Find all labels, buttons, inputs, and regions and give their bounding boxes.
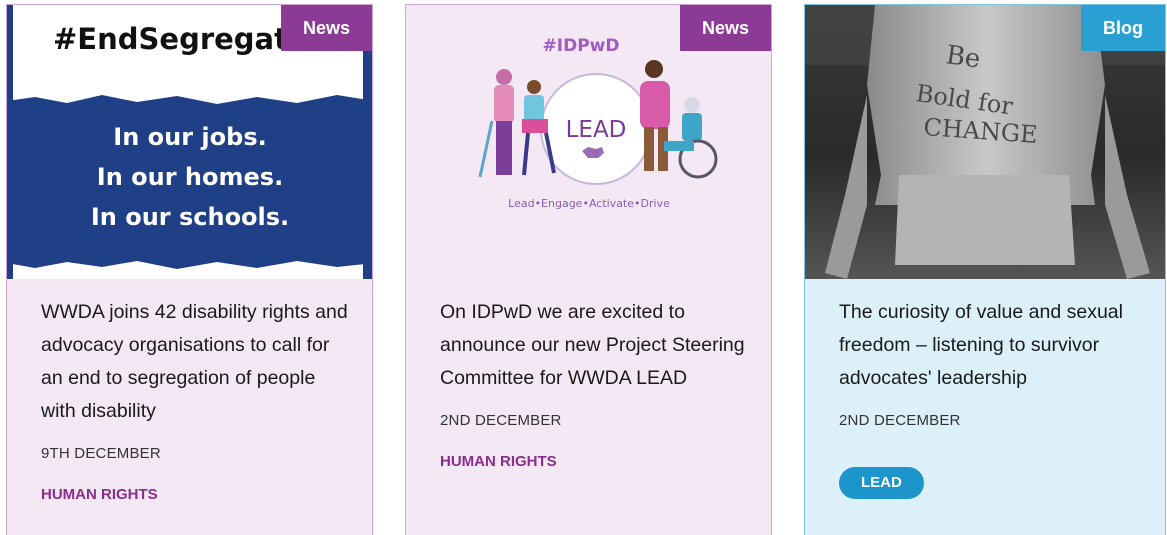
poster-hashtag: #EndSegregat	[53, 22, 288, 56]
card-date: 9TH DECEMBER	[41, 445, 161, 462]
blog-tag[interactable]: Blog	[1081, 5, 1165, 51]
category-pill-lead[interactable]: LEAD	[839, 467, 924, 499]
card-headline-link[interactable]: On IDPwD we are excited to announce our …	[440, 296, 751, 395]
shorts	[895, 175, 1075, 265]
card-headline-link[interactable]: The curiosity of value and sexual freedo…	[839, 296, 1145, 395]
lead-logo-text: LEAD	[566, 117, 627, 143]
news-tag[interactable]: News	[679, 5, 771, 51]
news-card-idpwd-lead[interactable]: #IDPwD LEAD Lead•Engage•Activate•Drive N…	[405, 4, 772, 535]
blog-card-sexual-freedom[interactable]: Be Bold for CHANGE Blog The curiosity of…	[804, 4, 1166, 535]
poster-line-2: In our homes.	[97, 163, 283, 191]
lead-tagline: Lead•Engage•Activate•Drive	[508, 197, 670, 210]
card-date: 2ND DECEMBER	[440, 412, 562, 429]
poster-line-3: In our schools.	[91, 203, 289, 231]
writing-line-1: Be	[944, 40, 982, 75]
category-link[interactable]: HUMAN RIGHTS	[440, 453, 751, 470]
poster-line-1: In our jobs.	[113, 123, 266, 151]
card-date: 2ND DECEMBER	[839, 412, 961, 429]
news-card-end-segregation[interactable]: #EndSegregat In our jobs. In our homes. …	[6, 4, 373, 535]
card-headline-link[interactable]: WWDA joins 42 disability rights and advo…	[41, 296, 352, 428]
category-link[interactable]: HUMAN RIGHTS	[41, 486, 352, 503]
news-tag[interactable]: News	[280, 5, 372, 51]
illustration-hashtag: #IDPwD	[543, 36, 620, 56]
